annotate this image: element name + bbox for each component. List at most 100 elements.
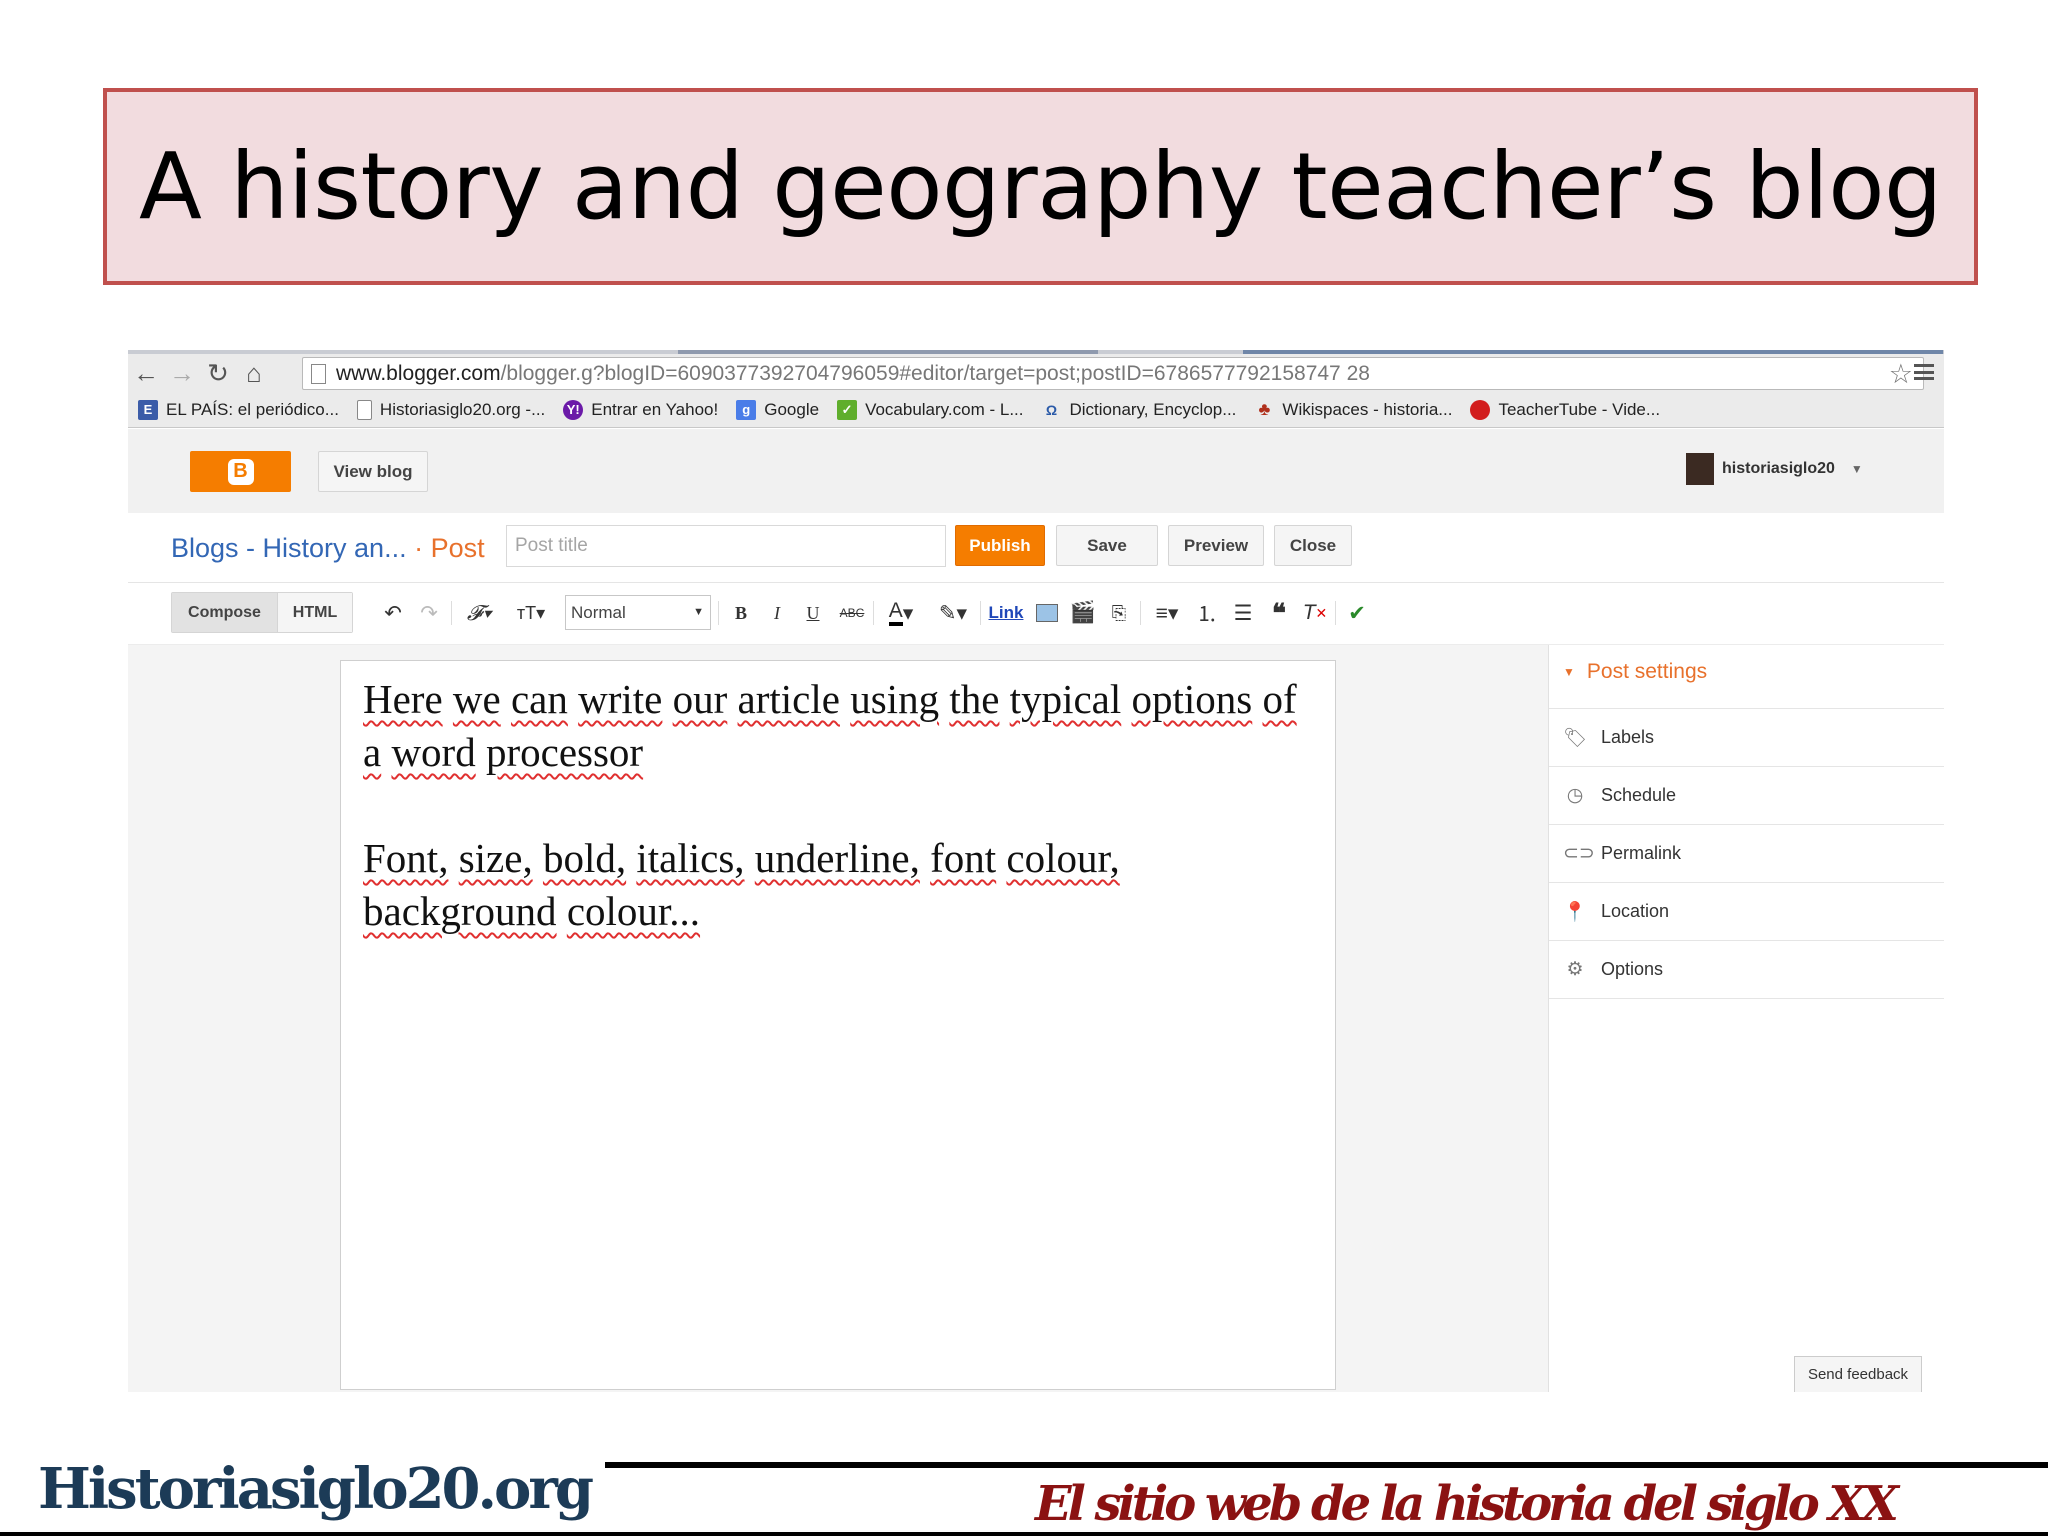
location-pin-icon: 📍 bbox=[1563, 901, 1587, 923]
editor-word: word bbox=[391, 729, 476, 775]
post-title-input[interactable]: Post title bbox=[506, 525, 946, 567]
text-color-icon[interactable]: A ▾ bbox=[880, 597, 922, 629]
preview-button[interactable]: Preview bbox=[1168, 525, 1264, 566]
setting-schedule[interactable]: ◷ Schedule bbox=[1549, 767, 1944, 825]
browser-toolbar: ← → ↻ ⌂ www.blogger.com /blogger.g?blogI… bbox=[128, 354, 1944, 392]
bulleted-list-icon[interactable]: ☰ bbox=[1228, 597, 1258, 629]
editor-word: processor bbox=[485, 729, 644, 775]
save-button[interactable]: Save bbox=[1056, 525, 1158, 566]
home-icon[interactable]: ⌂ bbox=[236, 355, 272, 391]
blogger-logo[interactable]: B bbox=[190, 451, 291, 492]
back-icon[interactable]: ← bbox=[128, 355, 164, 391]
bookmark-google[interactable]: g Google bbox=[736, 399, 820, 420]
video-icon[interactable]: 🎬 bbox=[1068, 597, 1098, 629]
format-select[interactable]: Normal ▼ bbox=[565, 595, 711, 630]
blogger-screenshot: ← → ↻ ⌂ www.blogger.com /blogger.g?blogI… bbox=[128, 350, 1944, 1392]
bookmark-label: Google bbox=[764, 399, 820, 419]
tag-icon: 🏷 bbox=[1563, 727, 1588, 749]
bookmark-wikispaces[interactable]: ♣ Wikispaces - historia... bbox=[1254, 399, 1453, 420]
blogger-header: B View blog historiasiglo20 ▼ bbox=[128, 429, 1944, 513]
editor-word: font bbox=[930, 835, 997, 881]
bold-icon[interactable]: B bbox=[726, 597, 756, 629]
gear-icon: ⚙ bbox=[1566, 959, 1584, 980]
font-family-icon[interactable]: 𝓕▾ bbox=[458, 597, 500, 629]
view-blog-button[interactable]: View blog bbox=[318, 451, 428, 492]
vocabulary-icon: ✓ bbox=[837, 399, 858, 420]
slide-title-box: A history and geography teacher’s blog bbox=[103, 88, 1978, 285]
editor-word: a bbox=[363, 729, 382, 775]
html-tab[interactable]: HTML bbox=[278, 593, 352, 632]
bookmark-teachertube[interactable]: TeacherTube - Vide... bbox=[1470, 399, 1661, 420]
italic-icon[interactable]: I bbox=[762, 597, 792, 629]
post-settings-heading[interactable]: ▼ Post settings bbox=[1563, 660, 1707, 684]
bookmark-historiasiglo20[interactable]: Historiasiglo20.org -... bbox=[356, 399, 545, 420]
jump-break-icon[interactable]: ⎘ bbox=[1104, 597, 1134, 629]
redo-icon[interactable]: ↷ bbox=[414, 597, 444, 629]
setting-location[interactable]: 📍 Location bbox=[1549, 883, 1944, 941]
send-feedback-button[interactable]: Send feedback bbox=[1794, 1356, 1922, 1392]
undo-icon[interactable]: ↶ bbox=[378, 597, 408, 629]
editor-word: can bbox=[510, 676, 568, 722]
breadcrumb-blog-link[interactable]: Blogs - History an... bbox=[171, 533, 407, 563]
bookmark-elpais[interactable]: E EL PAÍS: el periódico... bbox=[138, 399, 339, 420]
compose-tab[interactable]: Compose bbox=[172, 593, 278, 632]
editor-word: background bbox=[363, 888, 557, 934]
publish-button[interactable]: Publish bbox=[955, 525, 1045, 566]
editor-word: the bbox=[949, 676, 1000, 722]
spellcheck-icon[interactable]: ✔ bbox=[1342, 597, 1372, 629]
editor-word: Font, bbox=[363, 835, 449, 881]
blogger-icon: B bbox=[227, 458, 254, 485]
setting-label: Permalink bbox=[1601, 843, 1682, 863]
link-button[interactable]: Link bbox=[986, 597, 1026, 629]
bookmark-star-icon[interactable]: ☆ bbox=[1889, 359, 1913, 390]
bookmark-label: TeacherTube - Vide... bbox=[1498, 399, 1661, 419]
editor-word: underline, bbox=[754, 835, 920, 881]
editor-area: Here we can write our article using the … bbox=[128, 645, 1548, 1392]
wikispaces-icon: ♣ bbox=[1258, 399, 1271, 419]
clear-formatting-icon[interactable]: T ✕ bbox=[1300, 597, 1330, 629]
post-body-editor[interactable]: Here we can write our article using the … bbox=[340, 660, 1336, 1390]
editor-toolbar: Compose HTML ↶ ↷ 𝓕▾ тT▾ Normal ▼ B I U A… bbox=[128, 583, 1944, 645]
setting-permalink[interactable]: ⊂⊃ Permalink bbox=[1549, 825, 1944, 883]
footer-divider bbox=[605, 1462, 2048, 1468]
bookmark-vocabulary[interactable]: ✓ Vocabulary.com - L... bbox=[837, 399, 1023, 420]
align-icon[interactable]: ≡▾ bbox=[1146, 597, 1188, 629]
bookmark-yahoo[interactable]: Y! Entrar en Yahoo! bbox=[563, 399, 718, 420]
account-menu[interactable]: historiasiglo20 ▼ bbox=[1686, 451, 1863, 487]
strikethrough-icon[interactable]: ABC bbox=[834, 597, 870, 629]
address-bar[interactable]: www.blogger.com /blogger.g?blogID=609037… bbox=[302, 357, 1924, 390]
editor-word: of bbox=[1262, 676, 1297, 722]
setting-labels[interactable]: 🏷 Labels bbox=[1549, 709, 1944, 767]
underline-icon[interactable]: U bbox=[798, 597, 828, 629]
setting-options[interactable]: ⚙ Options bbox=[1549, 941, 1944, 999]
menu-icon[interactable] bbox=[1914, 362, 1934, 382]
editor-word: italics, bbox=[636, 835, 745, 881]
quote-icon[interactable]: ❝ bbox=[1264, 597, 1294, 629]
editor-word: typical bbox=[1009, 676, 1122, 722]
mode-switch: Compose HTML bbox=[171, 592, 353, 633]
editor-word: article bbox=[737, 676, 840, 722]
font-size-icon[interactable]: тT▾ bbox=[510, 597, 552, 629]
close-button[interactable]: Close bbox=[1274, 525, 1352, 566]
breadcrumb: Blogs - History an... · Post bbox=[171, 533, 485, 564]
chevron-down-icon: ▼ bbox=[693, 606, 704, 618]
bookmarks-bar: E EL PAÍS: el periódico... Historiasiglo… bbox=[128, 392, 1944, 428]
editor-word: Here bbox=[363, 676, 443, 722]
google-icon: g bbox=[736, 399, 757, 420]
link-icon: ⊂⊃ bbox=[1563, 843, 1595, 864]
editor-word: we bbox=[452, 676, 501, 722]
editor-paragraph: Font, size, bold, italics, underline, fo… bbox=[363, 832, 1313, 938]
bookmark-label: EL PAÍS: el periódico... bbox=[166, 399, 339, 419]
highlight-color-icon[interactable]: ✎▾ bbox=[932, 597, 974, 629]
setting-label: Options bbox=[1601, 959, 1664, 979]
breadcrumb-post: Post bbox=[430, 533, 485, 563]
site-logo: Historiasiglo20.org bbox=[38, 1456, 594, 1522]
post-settings-label: Post settings bbox=[1586, 660, 1708, 683]
image-icon[interactable] bbox=[1032, 597, 1062, 629]
forward-icon[interactable]: → bbox=[164, 355, 200, 391]
reload-icon[interactable]: ↻ bbox=[200, 355, 236, 391]
bookmark-dictionary[interactable]: Ω Dictionary, Encyclop... bbox=[1041, 400, 1237, 420]
numbered-list-icon[interactable]: ⒈ bbox=[1192, 597, 1222, 629]
editor-word: options bbox=[1131, 676, 1253, 722]
editor-word: write bbox=[578, 676, 663, 722]
